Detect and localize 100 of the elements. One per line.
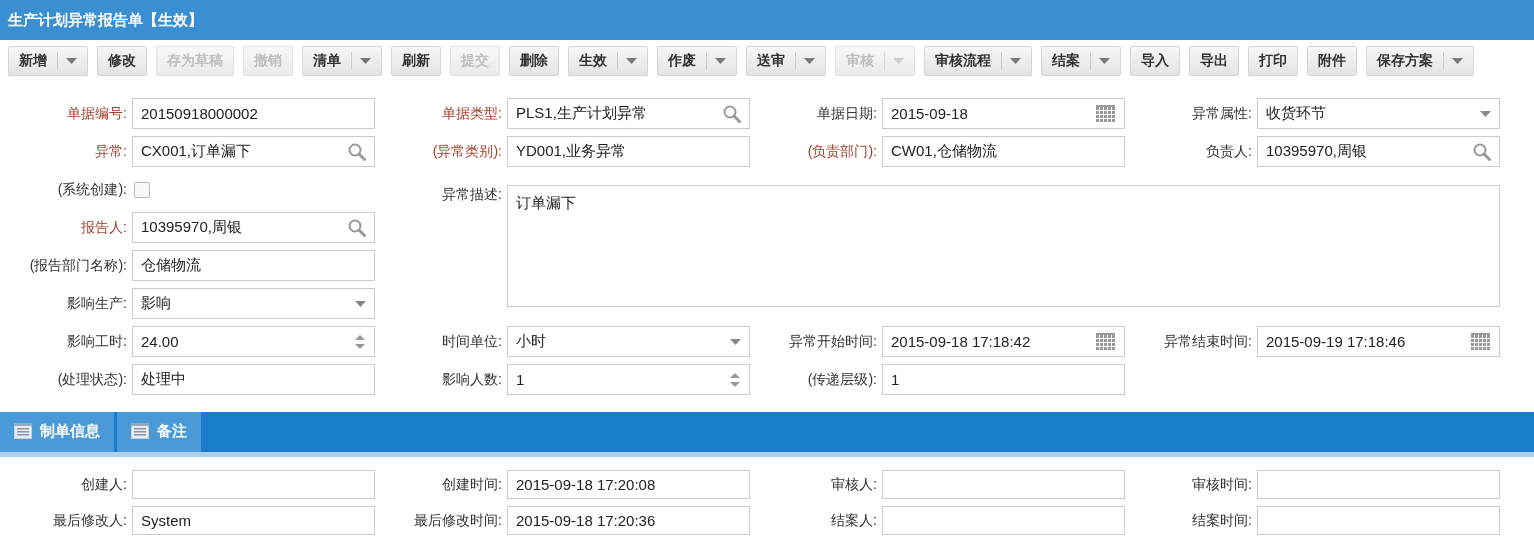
toolbar-button[interactable]: 附件	[1307, 46, 1357, 76]
toolbar-button[interactable]: 结案	[1041, 46, 1121, 76]
field-label: 最后修改人:	[52, 511, 128, 530]
caret-icon[interactable]	[730, 338, 741, 345]
lookup-field[interactable]: 10395970,周银	[1257, 136, 1500, 167]
caret-icon[interactable]	[715, 58, 726, 64]
field-label: 单据类型:	[441, 104, 503, 123]
field-label: (报告部门名称):	[28, 256, 128, 275]
field-value: 2015-09-18 17:20:08	[516, 476, 656, 493]
field-value: CX001,订单漏下	[141, 142, 252, 161]
table-icon	[14, 423, 32, 439]
caret-icon[interactable]	[66, 58, 77, 64]
toolbar-button[interactable]: 生效	[568, 46, 648, 76]
input-field[interactable]: YD001,业务异常	[507, 136, 750, 167]
date-field[interactable]: 2015-09-19 17:18:46	[1257, 326, 1500, 357]
calendar-icon[interactable]	[1096, 104, 1116, 123]
field-label: 最后修改时间:	[413, 511, 503, 530]
caret-icon[interactable]	[1480, 110, 1491, 117]
dropdown-field[interactable]: 影响	[132, 288, 375, 319]
dropdown-field[interactable]: 小时	[507, 326, 750, 357]
toolbar-button[interactable]: 导入	[1130, 46, 1180, 76]
toolbar-button[interactable]: 删除	[509, 46, 559, 76]
caret-icon[interactable]	[1010, 58, 1021, 64]
field-label: (处理状态):	[56, 370, 128, 389]
toolbar-button[interactable]: 新增	[8, 46, 88, 76]
field-label: 异常结束时间:	[1163, 332, 1253, 351]
lookup-field[interactable]: CX001,订单漏下	[132, 136, 375, 167]
caret-icon[interactable]	[360, 58, 371, 64]
field-label: 创建人:	[80, 475, 128, 494]
field-label: 结案时间:	[1191, 511, 1253, 530]
number-field[interactable]: 1	[507, 364, 750, 395]
input-field[interactable]: 2015-09-18 17:20:36	[507, 506, 750, 535]
field-label: 结案人:	[830, 511, 878, 530]
toolbar-button[interactable]: 作废	[657, 46, 737, 76]
toolbar-button[interactable]: 导出	[1189, 46, 1239, 76]
date-field[interactable]: 2015-09-18	[882, 98, 1125, 129]
field-value: 影响	[141, 294, 171, 313]
date-field[interactable]: 2015-09-18 17:18:42	[882, 326, 1125, 357]
input-field[interactable]: 20150918000002	[132, 98, 375, 129]
input-field[interactable]: 处理中	[132, 364, 375, 395]
input-field[interactable]	[1257, 506, 1500, 535]
search-icon[interactable]	[348, 218, 366, 237]
search-icon[interactable]	[348, 142, 366, 161]
input-field[interactable]: 1	[882, 364, 1125, 395]
field-label: 报告人:	[80, 218, 128, 237]
field-label: 审核人:	[830, 475, 878, 494]
field-value: 24.00	[141, 333, 179, 350]
dropdown-field[interactable]: 收货环节	[1257, 98, 1500, 129]
caret-icon[interactable]	[355, 300, 366, 307]
toolbar-button[interactable]: 审核流程	[924, 46, 1032, 76]
toolbar-button[interactable]: 送审	[746, 46, 826, 76]
input-field[interactable]: CW01,仓储物流	[882, 136, 1125, 167]
field-label: 单据编号:	[66, 104, 128, 123]
checkbox[interactable]	[134, 181, 150, 198]
field-value: YD001,业务异常	[516, 142, 627, 161]
field-value: 1	[516, 371, 525, 388]
field-value: 收货环节	[1266, 104, 1326, 123]
input-field[interactable]: System	[132, 506, 375, 535]
spinner-arrows-icon[interactable]	[354, 332, 366, 351]
field-label: (异常类别):	[431, 142, 503, 161]
input-field[interactable]: 仓储物流	[132, 250, 375, 281]
input-field[interactable]	[1257, 470, 1500, 499]
caret-icon[interactable]	[1452, 58, 1463, 64]
field-value: 10395970,周银	[1266, 142, 1367, 161]
field-label: 异常开始时间:	[788, 332, 878, 351]
lookup-field[interactable]: 10395970,周银	[132, 212, 375, 243]
field-label: 单据日期:	[816, 104, 878, 123]
input-field[interactable]	[882, 506, 1125, 535]
input-field[interactable]	[882, 470, 1125, 499]
field-value: 1	[891, 371, 900, 388]
toolbar-button[interactable]: 刷新	[391, 46, 441, 76]
number-field[interactable]: 24.00	[132, 326, 375, 357]
toolbar-button[interactable]: 修改	[97, 46, 147, 76]
field-label: (传递层级):	[806, 370, 878, 389]
toolbar-button[interactable]: 清单	[302, 46, 382, 76]
field-value: 20150918000002	[141, 105, 258, 122]
field-value: 仓储物流	[141, 256, 201, 275]
input-field[interactable]	[132, 470, 375, 499]
field-value: 10395970,周银	[141, 218, 242, 237]
field-value: System	[141, 512, 191, 529]
calendar-icon[interactable]	[1471, 332, 1491, 351]
caret-icon[interactable]	[626, 58, 637, 64]
search-icon[interactable]	[723, 104, 741, 123]
toolbar-button[interactable]: 保存方案	[1366, 46, 1474, 76]
field-value: PLS1,生产计划异常	[516, 104, 647, 123]
lookup-field[interactable]: PLS1,生产计划异常	[507, 98, 750, 129]
caret-icon[interactable]	[804, 58, 815, 64]
field-label: 负责人:	[1205, 142, 1253, 161]
calendar-icon[interactable]	[1096, 332, 1116, 351]
field-value: CW01,仓储物流	[891, 142, 997, 161]
toolbar-button[interactable]: 打印	[1248, 46, 1298, 76]
input-field[interactable]: 2015-09-18 17:20:08	[507, 470, 750, 499]
field-label: (系统创建):	[56, 180, 128, 199]
spinner-arrows-icon[interactable]	[729, 370, 741, 389]
table-icon	[131, 423, 149, 439]
text-area[interactable]: 订单漏下	[507, 185, 1500, 307]
field-value: 处理中	[141, 370, 186, 389]
search-icon[interactable]	[1473, 142, 1491, 161]
caret-icon[interactable]	[1099, 58, 1110, 64]
field-label: 异常:	[94, 142, 128, 161]
